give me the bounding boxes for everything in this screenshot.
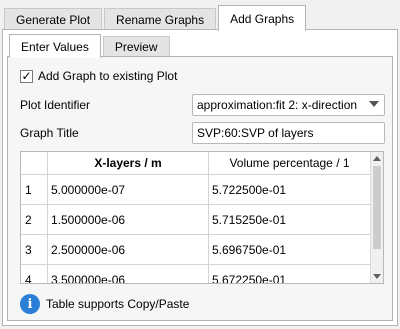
top-tab-bar: Generate Plot Rename Graphs Add Graphs <box>4 5 308 31</box>
row-header[interactable]: 2 <box>21 205 48 234</box>
table-cell[interactable]: 1.500000e-06 <box>48 205 209 234</box>
column-header-volume-percentage[interactable]: Volume percentage / 1 <box>209 152 371 174</box>
table-cell[interactable]: 5.715250e-01 <box>209 205 371 234</box>
values-table[interactable]: X-layers / m Volume percentage / 1 1 5.0… <box>20 151 384 284</box>
table-cell[interactable]: 5.696750e-01 <box>209 235 371 264</box>
tab-rename-graphs[interactable]: Rename Graphs <box>104 8 217 30</box>
table-row: 4 3.500000e-06 5.672250e-01 <box>21 265 371 283</box>
row-header[interactable]: 1 <box>21 175 48 204</box>
tab-preview[interactable]: Preview <box>102 36 170 57</box>
table-cell[interactable]: 5.672250e-01 <box>209 265 371 283</box>
scroll-down-button[interactable] <box>371 270 383 283</box>
arrow-down-icon <box>373 274 381 279</box>
graph-title-value: SVP:60:SVP of layers <box>197 126 314 140</box>
table-body: 1 5.000000e-07 5.722500e-01 2 1.500000e-… <box>21 175 371 283</box>
add-to-existing-plot-label: Add Graph to existing Plot <box>38 69 178 83</box>
tab-add-graphs[interactable]: Add Graphs <box>218 5 307 31</box>
scrollbar-thumb[interactable] <box>373 166 381 249</box>
table-vertical-scrollbar[interactable] <box>370 152 383 283</box>
info-icon: i <box>20 294 40 314</box>
table-header: X-layers / m Volume percentage / 1 <box>21 152 371 175</box>
table-cell[interactable]: 5.000000e-07 <box>48 175 209 204</box>
plot-identifier-label: Plot Identifier <box>20 98 91 112</box>
add-to-existing-plot-checkbox[interactable]: ✓ <box>20 68 33 83</box>
table-row: 1 5.000000e-07 5.722500e-01 <box>21 175 371 205</box>
inner-tab-bar: Enter Values Preview <box>9 33 172 58</box>
tab-enter-values[interactable]: Enter Values <box>9 34 101 58</box>
enter-values-pane: ✓ Add Graph to existing Plot Plot Identi… <box>7 56 393 321</box>
row-header[interactable]: 4 <box>21 265 48 283</box>
table-row: 2 1.500000e-06 5.715250e-01 <box>21 205 371 235</box>
add-to-existing-plot-row[interactable]: ✓ Add Graph to existing Plot <box>20 69 177 83</box>
checkmark-icon: ✓ <box>21 68 32 83</box>
column-header-x-layers[interactable]: X-layers / m <box>48 152 209 174</box>
row-header[interactable]: 3 <box>21 235 48 264</box>
graph-title-label: Graph Title <box>20 126 79 140</box>
scroll-up-button[interactable] <box>371 152 383 165</box>
add-graphs-panel: Generate Plot Rename Graphs Add Graphs E… <box>0 0 400 329</box>
table-corner[interactable] <box>21 152 48 174</box>
plot-identifier-value: approximation:fit 2: x-direction <box>197 98 358 112</box>
chevron-down-icon[interactable] <box>369 101 379 107</box>
info-text: Table supports Copy/Paste <box>46 297 190 311</box>
table-cell[interactable]: 5.722500e-01 <box>209 175 371 204</box>
arrow-up-icon <box>373 156 381 161</box>
add-graphs-pane: Enter Values Preview ✓ Add Graph to exis… <box>2 29 398 326</box>
table-row: 3 2.500000e-06 5.696750e-01 <box>21 235 371 265</box>
plot-identifier-dropdown[interactable]: approximation:fit 2: x-direction <box>192 94 385 116</box>
tab-generate-plot[interactable]: Generate Plot <box>4 8 103 30</box>
table-cell[interactable]: 3.500000e-06 <box>48 265 209 283</box>
info-message: i Table supports Copy/Paste <box>20 294 189 314</box>
table-cell[interactable]: 2.500000e-06 <box>48 235 209 264</box>
graph-title-input[interactable]: SVP:60:SVP of layers <box>192 122 385 144</box>
